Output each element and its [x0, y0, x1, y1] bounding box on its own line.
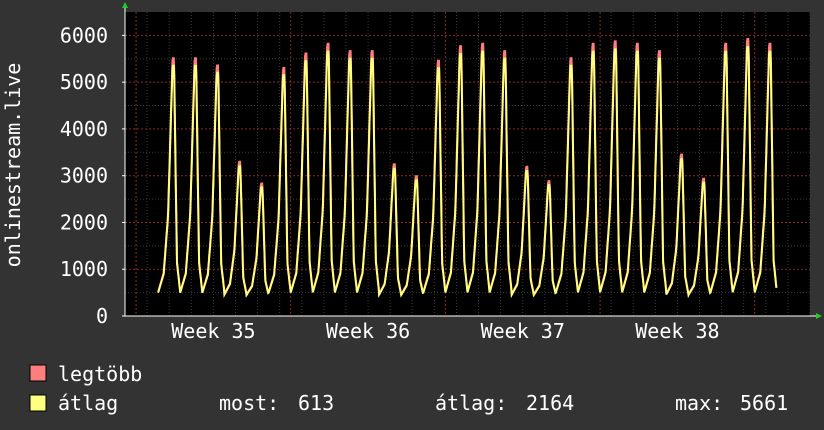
- y-axis-label: onlinestream.live: [1, 63, 25, 268]
- y-tick-label: 4000: [60, 117, 108, 141]
- x-tick-label: Week 37: [481, 319, 565, 343]
- y-tick-label: 1000: [60, 257, 108, 281]
- x-tick-labels: Week 35 Week 36 Week 37 Week 38: [171, 319, 719, 343]
- x-axis-arrow: [816, 313, 822, 319]
- chart-root: 0 1000 2000 3000 4000 5000 6000 Week 35 Week 36…: [0, 0, 824, 430]
- y-tick-label: 3000: [60, 164, 108, 188]
- stat-most-label: most:: [219, 391, 279, 415]
- x-tick-label: Week 36: [326, 319, 410, 343]
- legend-label-max: legtöbb: [58, 362, 142, 386]
- y-tick-label: 0: [96, 304, 108, 328]
- stats: most: 613 átlag: 2164 max: 5661: [219, 391, 788, 415]
- legend: legtöbb átlag: [29, 362, 142, 415]
- y-tick-label: 2000: [60, 210, 108, 234]
- legend-label-avg: átlag: [58, 391, 118, 415]
- y-tick-label: 5000: [60, 70, 108, 94]
- y-tick-label: 6000: [60, 23, 108, 47]
- x-tick-label: Week 38: [635, 319, 719, 343]
- stat-most-value: 613: [298, 391, 334, 415]
- y-axis-arrow: [122, 2, 128, 8]
- y-tick-labels: 0 1000 2000 3000 4000 5000 6000: [60, 23, 108, 328]
- stat-max-label: max:: [675, 391, 723, 415]
- stat-atlag-label: átlag:: [435, 391, 507, 415]
- stat-atlag-value: 2164: [526, 391, 574, 415]
- chart-svg: 0 1000 2000 3000 4000 5000 6000 Week 35 Week 36…: [1, 2, 822, 415]
- stat-max-value: 5661: [740, 391, 788, 415]
- legend-swatch-max: [29, 364, 47, 382]
- legend-swatch-avg: [29, 394, 47, 412]
- x-tick-label: Week 35: [171, 319, 255, 343]
